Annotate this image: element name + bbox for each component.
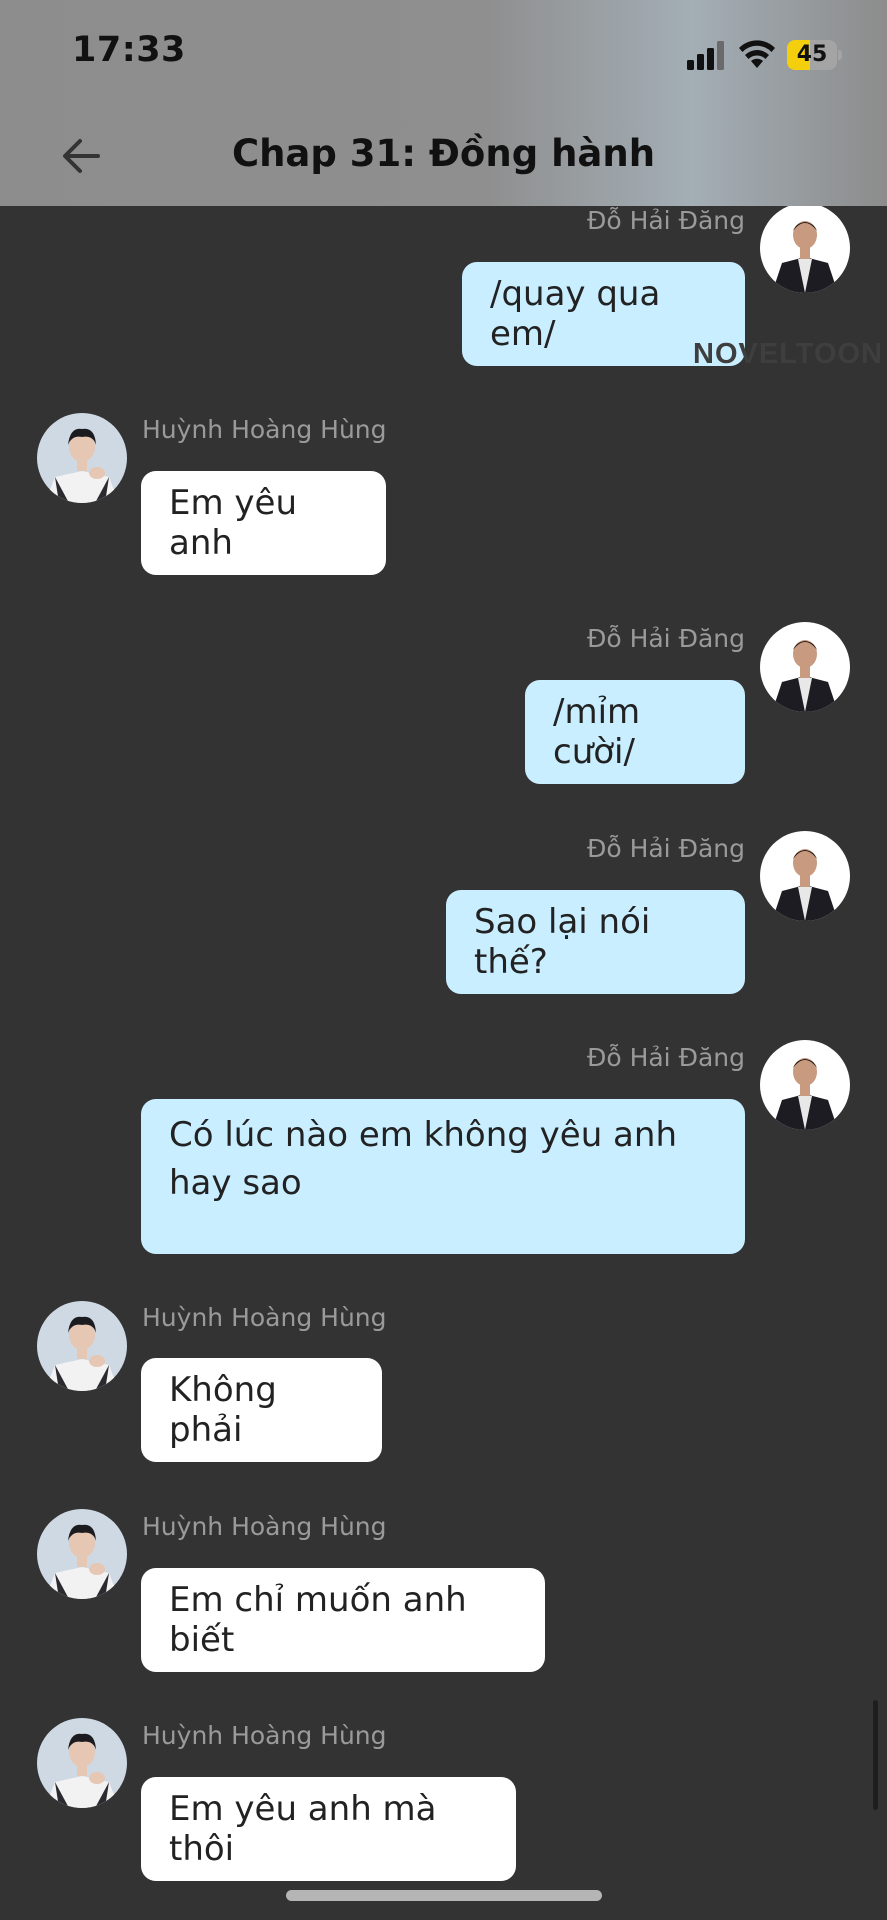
- sender-name: Đỗ Hải Đăng: [586, 1043, 745, 1072]
- avatar[interactable]: [760, 1040, 850, 1130]
- status-time: 17:33: [72, 30, 186, 70]
- chat-area[interactable]: Đỗ Hải Đăng /quay qua em/ NOVELTOON Huỳn…: [0, 0, 887, 1920]
- sender-name: Huỳnh Hoàng Hùng: [142, 1721, 387, 1750]
- message-text: Có lúc nào em không yêu anh hay sao: [169, 1111, 677, 1207]
- message-text: Không phải: [169, 1370, 277, 1450]
- avatar-man-suit-icon: [760, 1040, 850, 1130]
- sender-name: Huỳnh Hoàng Hùng: [142, 1512, 387, 1541]
- avatar[interactable]: [37, 1301, 127, 1391]
- message-text: Em yêu anh: [169, 483, 297, 563]
- avatar-young-man-icon: [37, 1718, 127, 1808]
- signal-icon: [687, 41, 724, 70]
- app-header: 17:33 45 Chap 31: Đồng hành: [0, 0, 887, 206]
- wifi-icon: [739, 40, 775, 68]
- message-text: /quay qua em/: [490, 274, 661, 354]
- avatar[interactable]: [37, 413, 127, 503]
- sender-name: Đỗ Hải Đăng: [586, 624, 745, 653]
- message-text: Sao lại nói thế?: [474, 902, 651, 982]
- message-line: hay sao: [169, 1163, 302, 1203]
- message-bubble[interactable]: Không phải: [141, 1358, 382, 1462]
- avatar-young-man-icon: [37, 413, 127, 503]
- message-bubble[interactable]: Em chỉ muốn anh biết: [141, 1568, 545, 1672]
- avatar-man-suit-icon: [760, 203, 850, 293]
- message-bubble[interactable]: Em yêu anh mà thôi: [141, 1777, 516, 1881]
- battery-icon: 45: [787, 40, 842, 70]
- message-text: /mỉm cười/: [553, 692, 641, 772]
- avatar[interactable]: [760, 203, 850, 293]
- watermark-logo: NOVELTOON: [693, 338, 883, 370]
- avatar-man-suit-icon: [760, 831, 850, 921]
- sender-name: Huỳnh Hoàng Hùng: [142, 1303, 387, 1332]
- sender-name: Đỗ Hải Đăng: [586, 206, 745, 235]
- avatar-young-man-icon: [37, 1509, 127, 1599]
- message-bubble[interactable]: Sao lại nói thế?: [446, 890, 745, 994]
- avatar-young-man-icon: [37, 1301, 127, 1391]
- avatar[interactable]: [760, 622, 850, 712]
- sender-name: Huỳnh Hoàng Hùng: [142, 415, 387, 444]
- avatar[interactable]: [37, 1509, 127, 1599]
- avatar[interactable]: [37, 1718, 127, 1808]
- avatar-man-suit-icon: [760, 622, 850, 712]
- scrollbar[interactable]: [873, 1700, 878, 1810]
- message-bubble[interactable]: /mỉm cười/: [525, 680, 745, 784]
- message-bubble[interactable]: Có lúc nào em không yêu anh hay sao: [141, 1099, 745, 1254]
- avatar[interactable]: [760, 831, 850, 921]
- message-line: Có lúc nào em không yêu anh: [169, 1115, 677, 1155]
- message-text: Em chỉ muốn anh biết: [169, 1580, 467, 1660]
- message-bubble[interactable]: Em yêu anh: [141, 471, 386, 575]
- battery-level: 45: [796, 42, 828, 67]
- home-indicator[interactable]: [286, 1890, 602, 1901]
- sender-name: Đỗ Hải Đăng: [586, 834, 745, 863]
- page-title: Chap 31: Đồng hành: [231, 132, 656, 175]
- message-text: Em yêu anh mà thôi: [169, 1789, 437, 1869]
